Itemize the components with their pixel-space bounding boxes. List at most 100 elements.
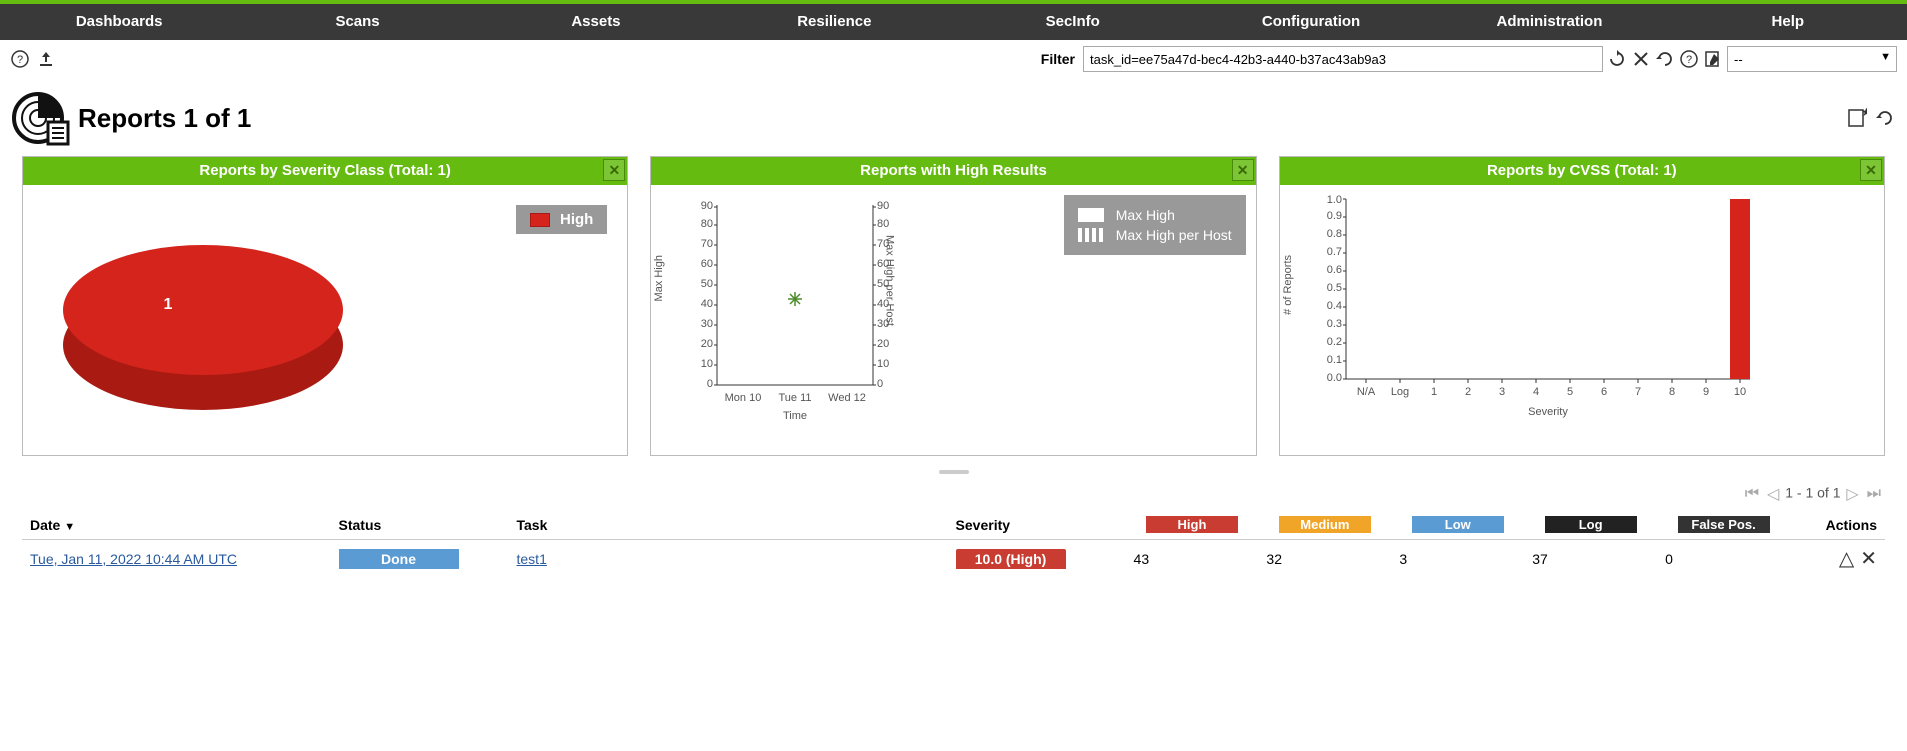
page-title: Reports 1 of 1 — [78, 103, 251, 134]
col-status[interactable]: Status — [331, 510, 509, 540]
nav-dashboards[interactable]: Dashboards — [0, 4, 238, 40]
pie-chart[interactable]: 1 — [63, 235, 363, 435]
next-page-icon[interactable]: ▷ — [1846, 486, 1858, 503]
legend-swatch-dashed — [1078, 228, 1104, 242]
edit-filter-icon[interactable] — [1703, 49, 1723, 69]
col-severity[interactable]: Severity — [948, 510, 1126, 540]
nav-resilience[interactable]: Resilience — [715, 4, 953, 40]
reset-dashboard-icon[interactable] — [1875, 108, 1895, 128]
col-date[interactable]: Date ▼ — [22, 510, 331, 540]
filter-label: Filter — [1041, 51, 1075, 67]
x-axis-label: Time — [783, 410, 807, 422]
close-icon[interactable]: ✕ — [1860, 159, 1882, 181]
table-row: Tue, Jan 11, 2022 10:44 AM UTC Done test… — [22, 540, 1885, 578]
svg-text:0.3: 0.3 — [1326, 318, 1341, 330]
svg-text:2: 2 — [1465, 386, 1471, 398]
reset-filter-icon[interactable] — [1655, 49, 1675, 69]
y-axis-label: # of Reports — [1282, 255, 1294, 315]
svg-text:50: 50 — [701, 278, 713, 290]
col-medium[interactable]: Medium — [1258, 510, 1391, 540]
legend-swatch-high — [530, 213, 550, 227]
nav-administration[interactable]: Administration — [1430, 4, 1668, 40]
col-low[interactable]: Low — [1391, 510, 1524, 540]
reports-icon — [12, 88, 72, 148]
first-page-icon[interactable]: ⏮ — [1745, 485, 1759, 502]
svg-text:Mon 10: Mon 10 — [725, 392, 762, 404]
main-nav: Dashboards Scans Assets Resilience SecIn… — [0, 4, 1907, 40]
bar-chart[interactable]: 0.0 0.1 0.2 0.3 0.4 0.5 0.6 0.7 0.8 0.9 … — [1302, 189, 1762, 429]
close-icon[interactable]: ✕ — [603, 159, 625, 181]
upload-icon[interactable] — [36, 49, 56, 69]
legend-max-high[interactable]: Max High — [1078, 207, 1232, 223]
svg-text:0.8: 0.8 — [1326, 228, 1341, 240]
svg-text:30: 30 — [877, 318, 889, 330]
svg-text:60: 60 — [877, 258, 889, 270]
svg-text:10: 10 — [1734, 386, 1746, 398]
panel-high-results: Reports with High Results ✕ Max High Max… — [650, 156, 1256, 456]
col-high[interactable]: High — [1126, 510, 1259, 540]
svg-text:20: 20 — [701, 338, 713, 350]
legend-label-high: High — [560, 211, 593, 228]
col-task[interactable]: Task — [509, 510, 948, 540]
help-icon[interactable]: ? — [10, 49, 30, 69]
report-date-link[interactable]: Tue, Jan 11, 2022 10:44 AM UTC — [30, 551, 237, 567]
filter-help-icon[interactable]: ? — [1679, 49, 1699, 69]
dashboard-resize-handle[interactable] — [939, 470, 969, 474]
line-legend: Max High Max High per Host — [1064, 195, 1246, 255]
cell-log: 37 — [1524, 540, 1657, 578]
delta-icon[interactable]: △ — [1839, 546, 1854, 571]
svg-text:90: 90 — [877, 200, 889, 212]
last-page-icon[interactable]: ⏭ — [1867, 485, 1881, 502]
scatter-chart[interactable]: 0 10 20 30 40 50 60 70 80 90 0 10 20 30 … — [673, 195, 893, 425]
col-actions: Actions — [1790, 510, 1885, 540]
prev-page-icon[interactable]: ◁ — [1767, 486, 1779, 503]
task-link[interactable]: test1 — [517, 551, 547, 567]
delete-icon[interactable]: ✕ — [1860, 546, 1877, 571]
cell-low: 3 — [1391, 540, 1524, 578]
nav-configuration[interactable]: Configuration — [1192, 4, 1430, 40]
nav-secinfo[interactable]: SecInfo — [954, 4, 1192, 40]
svg-text:40: 40 — [877, 298, 889, 310]
svg-text:0.0: 0.0 — [1326, 372, 1341, 384]
svg-text:0.1: 0.1 — [1326, 354, 1341, 366]
add-dashboard-icon[interactable]: ★ — [1847, 108, 1867, 128]
pie-legend[interactable]: High — [516, 205, 607, 234]
nav-assets[interactable]: Assets — [477, 4, 715, 40]
svg-text:0.4: 0.4 — [1326, 300, 1341, 312]
svg-text:50: 50 — [877, 278, 889, 290]
svg-text:9: 9 — [1703, 386, 1709, 398]
col-log[interactable]: Log — [1524, 510, 1657, 540]
nav-scans[interactable]: Scans — [238, 4, 476, 40]
filter-area: Filter ? -- — [1041, 46, 1897, 72]
svg-text:?: ? — [1686, 54, 1692, 66]
cell-medium: 32 — [1258, 540, 1391, 578]
svg-text:70: 70 — [701, 238, 713, 250]
svg-text:0: 0 — [877, 378, 883, 390]
col-false-pos[interactable]: False Pos. — [1657, 510, 1790, 540]
toolbar: ? Filter ? -- — [0, 40, 1907, 78]
cell-false-pos: 0 — [1657, 540, 1790, 578]
close-icon[interactable]: ✕ — [1232, 159, 1254, 181]
panel-title-text: Reports by Severity Class (Total: 1) — [199, 162, 450, 179]
svg-text:0: 0 — [707, 378, 713, 390]
svg-text:N/A: N/A — [1356, 386, 1375, 398]
pie-slice-label: 1 — [164, 296, 173, 314]
legend-max-high-per-host[interactable]: Max High per Host — [1078, 227, 1232, 243]
svg-text:Severity: Severity — [1528, 406, 1568, 418]
svg-text:8: 8 — [1669, 386, 1675, 398]
svg-text:0.6: 0.6 — [1326, 264, 1341, 276]
filter-preset-select[interactable]: -- — [1727, 46, 1897, 72]
svg-text:10: 10 — [701, 358, 713, 370]
refresh-filter-icon[interactable] — [1607, 49, 1627, 69]
nav-help[interactable]: Help — [1669, 4, 1907, 40]
svg-text:Tue 11: Tue 11 — [779, 392, 812, 404]
clear-filter-icon[interactable] — [1631, 49, 1651, 69]
svg-text:Wed 12: Wed 12 — [828, 392, 866, 404]
panel-severity-class: Reports by Severity Class (Total: 1) ✕ H… — [22, 156, 628, 456]
cell-high: 43 — [1126, 540, 1259, 578]
filter-input[interactable] — [1083, 46, 1603, 72]
pager-range: 1 - 1 of 1 — [1785, 485, 1840, 501]
svg-text:5: 5 — [1567, 386, 1573, 398]
legend-label: Max High — [1116, 207, 1175, 223]
svg-text:0.9: 0.9 — [1326, 210, 1341, 222]
